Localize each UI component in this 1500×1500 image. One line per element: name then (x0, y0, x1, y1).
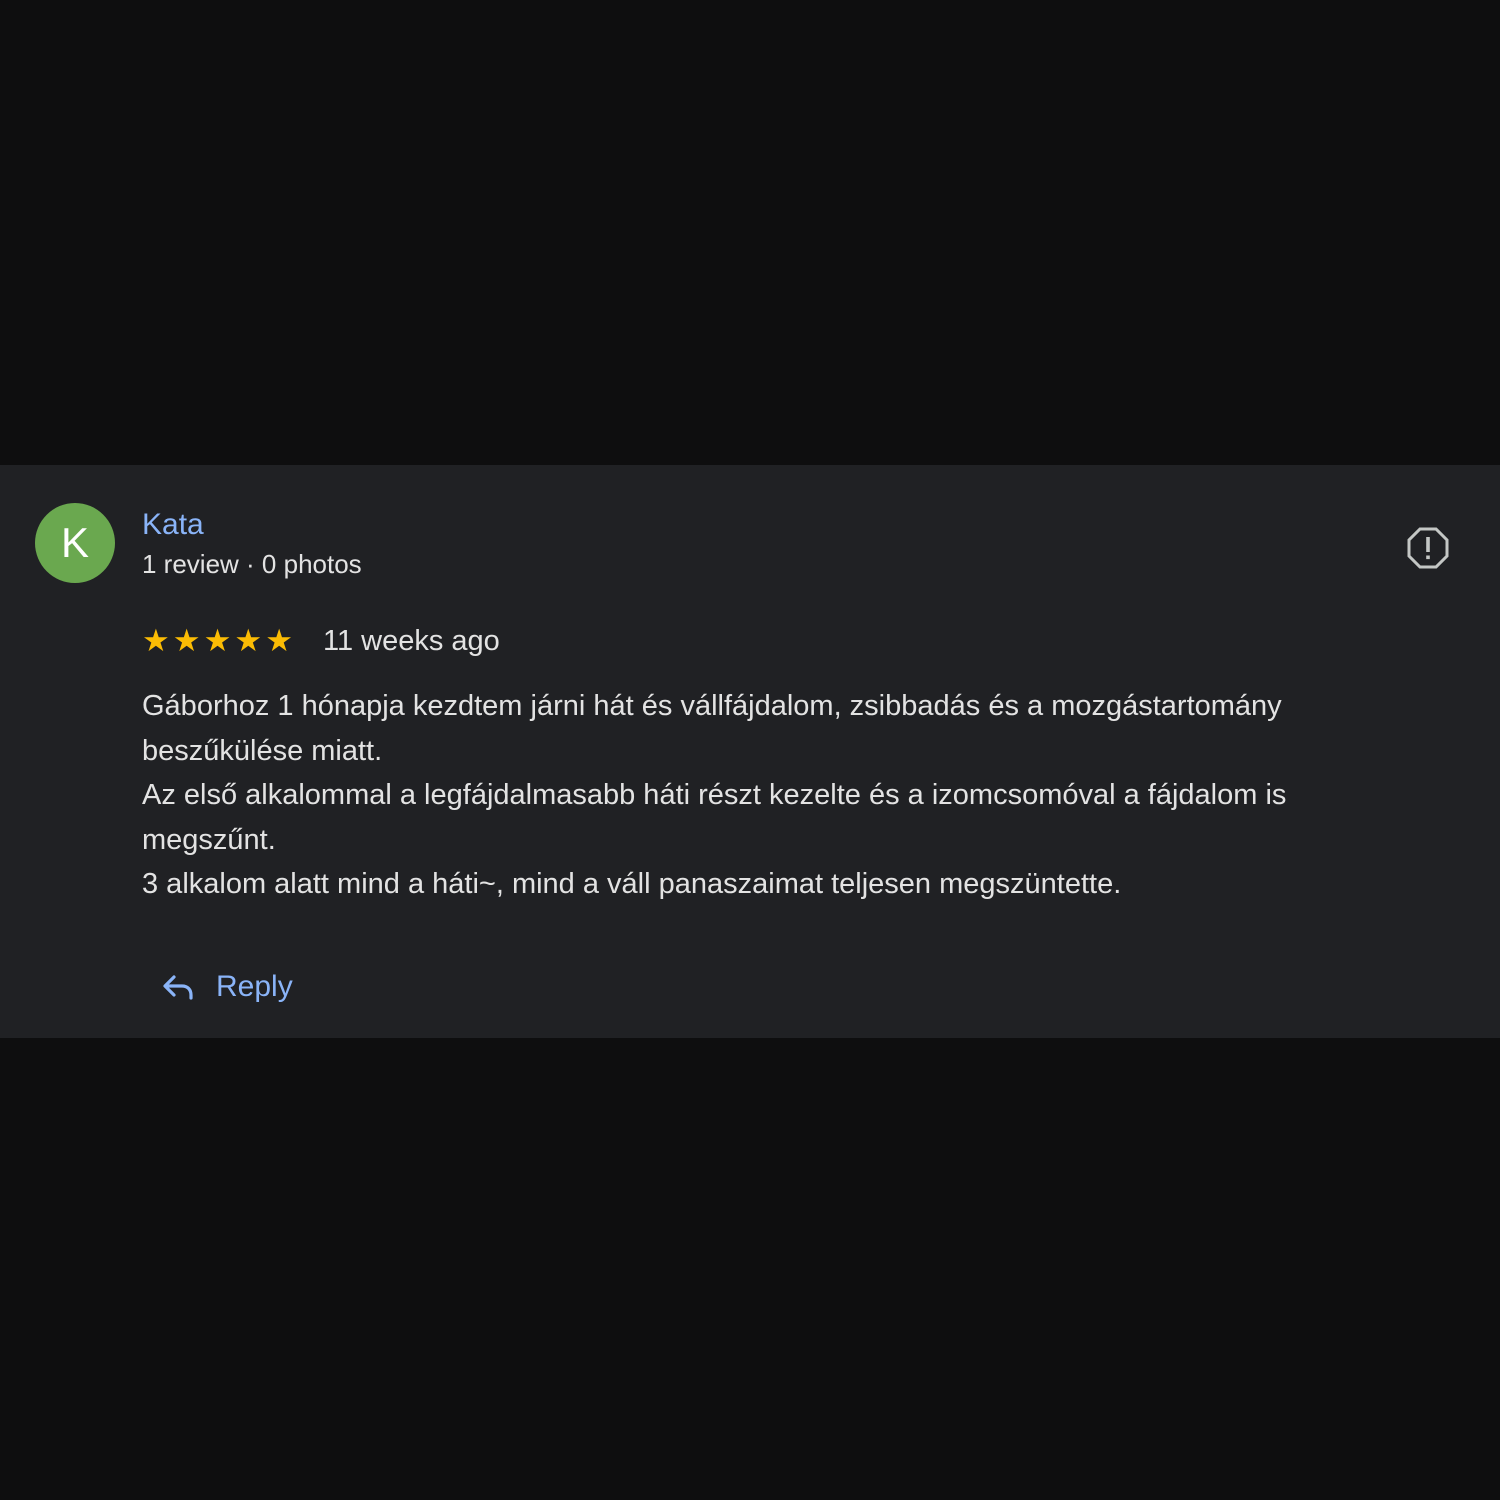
author-review-count: 1 review · 0 photos (142, 549, 362, 579)
review-text-line: Gáborhoz 1 hónapja kezdtem járni hát és … (142, 690, 1282, 722)
star-icon: ★ (172, 623, 201, 658)
report-icon[interactable] (1406, 526, 1450, 570)
star-rating: ★ ★ ★ ★ ★ (142, 623, 293, 659)
star-icon: ★ (142, 623, 170, 658)
review-text: Gáborhoz 1 hónapja kezdtem járni hát és … (142, 684, 1452, 907)
rating-row: ★ ★ ★ ★ ★ 11 weeks ago (142, 619, 500, 663)
author-name[interactable]: Kata (142, 507, 204, 543)
star-icon: ★ (234, 623, 263, 658)
reply-label: Reply (216, 970, 293, 1003)
reply-button[interactable]: Reply (160, 965, 293, 1009)
star-icon: ★ (265, 623, 293, 658)
review-text-line: 3 alkalom alatt mind a háti~, mind a vál… (142, 868, 1122, 900)
review-text-line: beszűkülése miatt. (142, 734, 383, 767)
review-time: 11 weeks ago (322, 625, 500, 657)
reply-arrow-icon (160, 969, 196, 1005)
review-text-line: megszűnt. (142, 823, 276, 856)
review-text-line: Az első alkalommal a legfájdalmasabb hát… (142, 779, 1287, 811)
review-card: K Kata 1 review · 0 photos ★ ★ ★ ★ ★ 11 week… (0, 465, 1500, 1038)
star-icon: ★ (203, 623, 232, 658)
avatar[interactable]: K (35, 503, 115, 583)
